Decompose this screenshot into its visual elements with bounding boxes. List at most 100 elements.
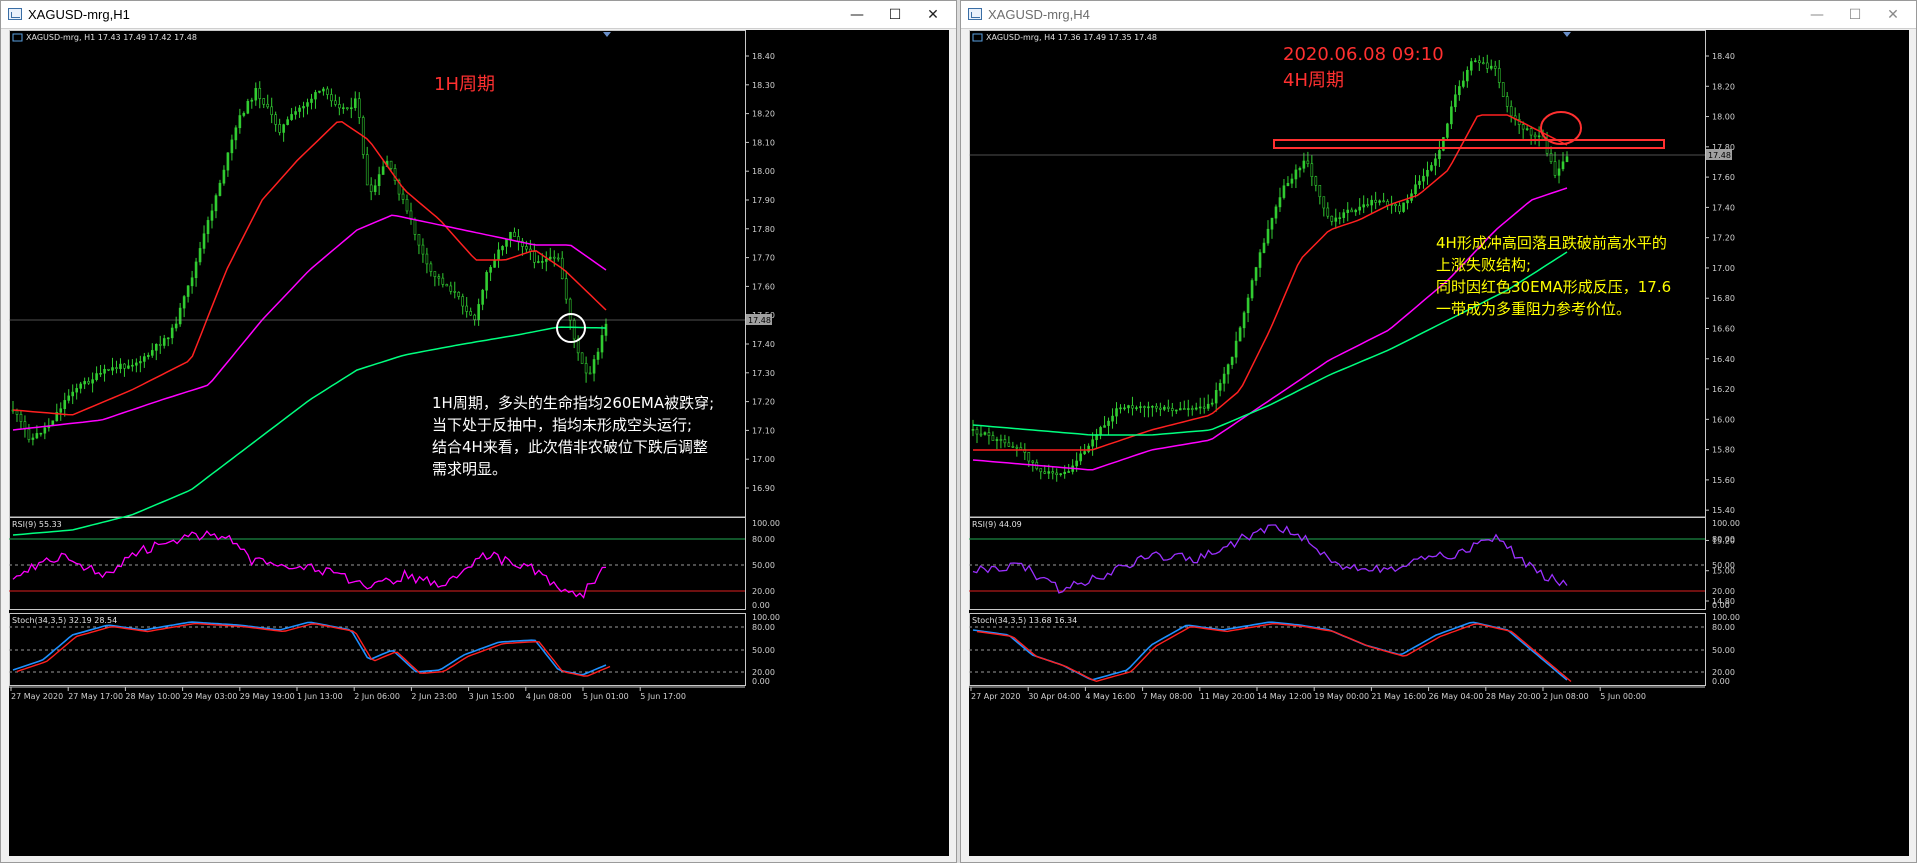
rsi-panel[interactable]: [9, 517, 746, 610]
candle-body: [373, 185, 377, 192]
price-axis-label: 16.20: [1712, 385, 1735, 394]
candle-body: [1398, 205, 1401, 212]
chart-svg-h4[interactable]: 18.4018.2018.0017.8017.6017.4017.2017.00…: [969, 30, 1909, 856]
candle-body: [353, 98, 357, 109]
chart-canvas-h4[interactable]: 18.40 18.20 18.00 17.80 17.60 17.40 17.20 17.00…: [969, 30, 1909, 856]
stochastic-axis-label: 20.00: [1712, 668, 1735, 677]
candle-body: [1159, 407, 1162, 410]
candle-body: [401, 193, 405, 200]
candle-body: [254, 88, 258, 101]
candle-body: [461, 296, 465, 307]
candle-body: [1302, 160, 1306, 169]
price-axis-label: 16.40: [1712, 355, 1735, 364]
candle-body: [119, 363, 122, 369]
candle-body: [1059, 473, 1063, 476]
candle-body: [310, 98, 313, 103]
candle-body: [1111, 415, 1114, 422]
candle-body: [1182, 408, 1186, 410]
candle-body: [1497, 68, 1501, 83]
price-axis-label: 18.10: [752, 138, 775, 147]
candle-body: [182, 296, 186, 309]
candle-body: [158, 343, 162, 346]
candle-body: [59, 408, 63, 413]
time-axis-label: 28 May 20:00: [1486, 692, 1541, 701]
candle-body: [75, 388, 78, 393]
main-price-panel[interactable]: [969, 30, 1706, 518]
candle-body: [445, 284, 449, 287]
candle-body: [1378, 200, 1381, 203]
candle-body: [1354, 209, 1358, 213]
candle-body: [174, 323, 178, 329]
minimize-button[interactable]: —: [842, 4, 872, 26]
candle-body: [1210, 402, 1214, 405]
candle-body: [1430, 165, 1433, 171]
chart-window-h1[interactable]: XAGUSD-mrg,H1 — ☐ ✕ 18.40 18.30 18.20 18.10…: [0, 0, 957, 863]
price-axis-label: 18.00: [752, 167, 775, 176]
candle-body: [1067, 471, 1070, 473]
stochastic-axis-label: 80.00: [1712, 623, 1735, 632]
candle-body: [1103, 425, 1106, 428]
time-axis-label: 29 May 19:00: [240, 692, 295, 701]
candle-body: [537, 261, 540, 263]
candle-body: [1350, 209, 1354, 213]
price-axis-label: 16.60: [1712, 325, 1735, 334]
candle-body: [166, 337, 170, 340]
candle-body: [214, 195, 218, 212]
symbol-info: XAGUSD-mrg, H1 17.43 17.49 17.42 17.48: [26, 33, 197, 42]
candle-body: [342, 107, 345, 109]
candle-body: [330, 94, 333, 102]
time-axis-label: 3 Jun 15:00: [469, 692, 515, 701]
title-bar[interactable]: XAGUSD-mrg,H1 — ☐ ✕: [1, 1, 956, 29]
candle-body: [314, 92, 317, 100]
candle-body: [1007, 442, 1011, 447]
current-price-tag: 17.48: [748, 316, 771, 325]
candle-body: [83, 381, 86, 385]
chart-canvas-h1[interactable]: 18.40 18.30 18.20 18.10 18.00 17.90 17.80 17.70…: [9, 30, 949, 856]
price-axis-label: 17.80: [752, 225, 775, 234]
candle-body: [1485, 62, 1489, 69]
candle-body: [437, 276, 441, 279]
candle-body: [1262, 242, 1266, 253]
candle-body: [1270, 217, 1274, 230]
stochastic-label: Stoch(34,3,5) 13.68 16.34: [972, 616, 1077, 625]
candle-body: [190, 277, 194, 287]
candle-body: [1282, 185, 1286, 198]
price-axis-label: 17.10: [752, 426, 775, 435]
stochastic-axis-label: 20.00: [752, 668, 775, 677]
candle-body: [1450, 106, 1453, 125]
candle-body: [150, 350, 154, 356]
candle-body: [147, 355, 150, 357]
minimize-button[interactable]: —: [1802, 4, 1832, 26]
candle-body: [592, 359, 596, 374]
title-bar[interactable]: XAGUSD-mrg,H4 — ☐ ✕: [961, 1, 1916, 29]
stochastic-main-line: [972, 621, 1568, 681]
candle-body: [477, 304, 480, 320]
candlesticks: [11, 81, 608, 446]
time-axis-label: 11 May 20:00: [1200, 692, 1255, 701]
price-axis-label: 16.80: [1712, 294, 1735, 303]
chart-window-h4[interactable]: XAGUSD-mrg,H4 — ☐ ✕ 18.40 18.20 18.00 17.80…: [960, 0, 1917, 863]
candle-body: [1434, 158, 1437, 166]
maximize-button[interactable]: ☐: [880, 4, 910, 26]
candle-body: [266, 103, 270, 108]
candle-body: [1139, 406, 1142, 408]
close-button[interactable]: ✕: [1878, 4, 1908, 26]
candle-body: [1151, 405, 1154, 408]
stochastic-axis-label: 0.00: [1712, 677, 1730, 686]
time-axis-label: 5 Jun 17:00: [640, 692, 686, 701]
candle-body: [35, 433, 39, 439]
candle-body: [1175, 409, 1178, 412]
stochastic-label: Stoch(34,3,5) 32.19 28.54: [12, 616, 117, 625]
close-button[interactable]: ✕: [918, 4, 948, 26]
candle-body: [999, 439, 1003, 441]
candle-body: [1346, 209, 1350, 213]
candle-body: [274, 114, 277, 125]
rsi-axis-label: 50.00: [752, 561, 775, 570]
candle-body: [79, 383, 82, 389]
maximize-button[interactable]: ☐: [1840, 4, 1870, 26]
ema30-red-line: [12, 121, 607, 416]
candle-body: [433, 271, 437, 277]
candle-body: [1298, 167, 1302, 171]
chart-svg-h1[interactable]: 18.40 18.30 18.20 18.10 18.00 17.90 17.80 17.70…: [9, 30, 949, 856]
candle-body: [1131, 405, 1134, 409]
